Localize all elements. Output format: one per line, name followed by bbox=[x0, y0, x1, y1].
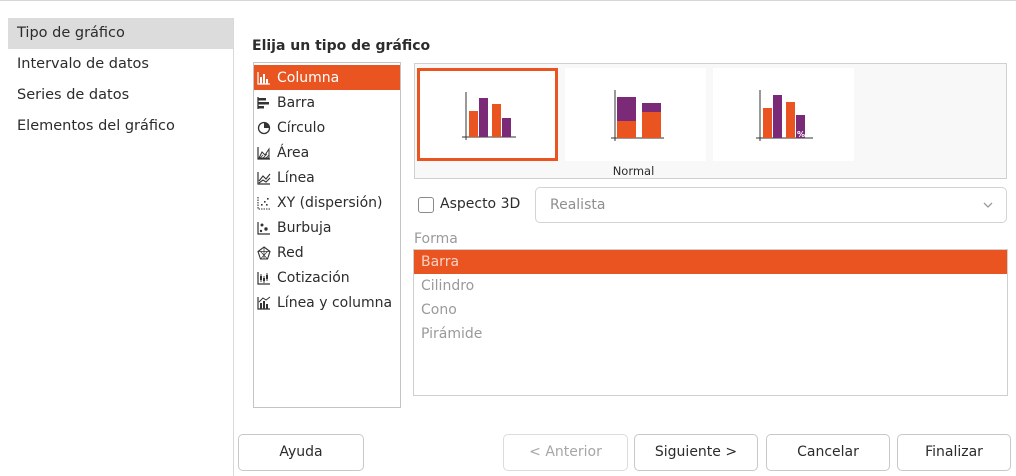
chart-type-label: Cotización bbox=[277, 269, 350, 286]
step-chart-elements[interactable]: Elementos del gráfico bbox=[8, 111, 233, 142]
shape-option-cylinder: Cilindro bbox=[421, 278, 475, 294]
aspect-3d-checkbox[interactable] bbox=[418, 197, 434, 213]
bubble-chart-icon bbox=[257, 221, 271, 235]
subtype-caption: Normal bbox=[612, 164, 655, 178]
svg-text:%: % bbox=[797, 130, 805, 139]
chart-type-label: Columna bbox=[277, 69, 340, 86]
column-line-chart-icon bbox=[257, 296, 271, 310]
step-chart-type[interactable]: Tipo de gráfico bbox=[8, 18, 233, 49]
window-top-border bbox=[0, 0, 1016, 1]
chart-type-net[interactable]: Red bbox=[254, 240, 400, 265]
normal-column-icon bbox=[462, 92, 516, 140]
step-data-series[interactable]: Series de datos bbox=[8, 80, 233, 111]
section-title: Elija un tipo de gráfico bbox=[252, 38, 431, 54]
next-button[interactable]: Siguiente > bbox=[634, 434, 758, 471]
chart-type-column-line[interactable]: Línea y columna bbox=[254, 290, 400, 315]
shape-option-pyramid: Pirámide bbox=[421, 326, 483, 342]
chevron-down-icon bbox=[982, 199, 994, 215]
finish-button[interactable]: Finalizar bbox=[897, 434, 1011, 471]
chart-type-bubble[interactable]: Burbuja bbox=[254, 215, 400, 240]
chart-subtype-preview: % Normal bbox=[414, 63, 1007, 179]
chart-type-column[interactable]: Columna bbox=[254, 65, 400, 90]
aspect-3d-select: Realista bbox=[535, 187, 1007, 223]
chart-type-label: Barra bbox=[277, 94, 316, 111]
chart-type-label: Línea bbox=[277, 169, 315, 186]
chart-type-label: Burbuja bbox=[277, 219, 332, 236]
line-chart-icon bbox=[257, 171, 271, 185]
aspect-3d-label[interactable]: Aspecto 3D bbox=[440, 196, 520, 212]
shape-option-bar: Barra bbox=[414, 250, 1007, 274]
chart-type-line[interactable]: Línea bbox=[254, 165, 400, 190]
pie-chart-icon bbox=[257, 121, 271, 135]
subtype-stacked[interactable] bbox=[565, 68, 706, 161]
shape-option-cone: Cono bbox=[421, 302, 457, 318]
chart-type-label: XY (dispersión) bbox=[277, 194, 383, 211]
chart-type-bar[interactable]: Barra bbox=[254, 90, 400, 115]
wizard-steps-sidebar: Tipo de gráfico Intervalo de datos Serie… bbox=[8, 18, 234, 476]
cancel-button[interactable]: Cancelar bbox=[766, 434, 890, 471]
chart-type-label: Círculo bbox=[277, 119, 326, 136]
chart-type-list[interactable]: Columna Barra Círculo Área Línea XY (dis… bbox=[253, 62, 401, 408]
chart-type-label: Línea y columna bbox=[277, 294, 393, 311]
shape-list: Barra Cilindro Cono Pirámide bbox=[413, 249, 1008, 396]
chart-type-pie[interactable]: Círculo bbox=[254, 115, 400, 140]
subtype-percent-stacked[interactable]: % bbox=[713, 68, 854, 161]
chart-type-scatter[interactable]: XY (dispersión) bbox=[254, 190, 400, 215]
subtype-normal[interactable] bbox=[417, 68, 558, 161]
chart-type-area[interactable]: Área bbox=[254, 140, 400, 165]
aspect-3d-select-value: Realista bbox=[550, 197, 606, 213]
previous-button[interactable]: < Anterior bbox=[503, 434, 628, 471]
scatter-chart-icon bbox=[257, 196, 271, 210]
column-chart-icon bbox=[257, 71, 271, 85]
chart-type-stock[interactable]: Cotización bbox=[254, 265, 400, 290]
stacked-column-icon bbox=[611, 90, 664, 141]
shape-label: Forma bbox=[414, 231, 458, 247]
net-chart-icon bbox=[257, 245, 271, 260]
step-data-range[interactable]: Intervalo de datos bbox=[8, 49, 233, 80]
bar-chart-icon bbox=[257, 96, 271, 110]
chart-type-label: Red bbox=[277, 244, 304, 261]
stock-chart-icon bbox=[257, 271, 271, 285]
area-chart-icon bbox=[257, 146, 271, 160]
chart-type-label: Área bbox=[277, 144, 310, 161]
percent-column-icon: % bbox=[756, 90, 813, 141]
help-button[interactable]: Ayuda bbox=[238, 434, 364, 471]
